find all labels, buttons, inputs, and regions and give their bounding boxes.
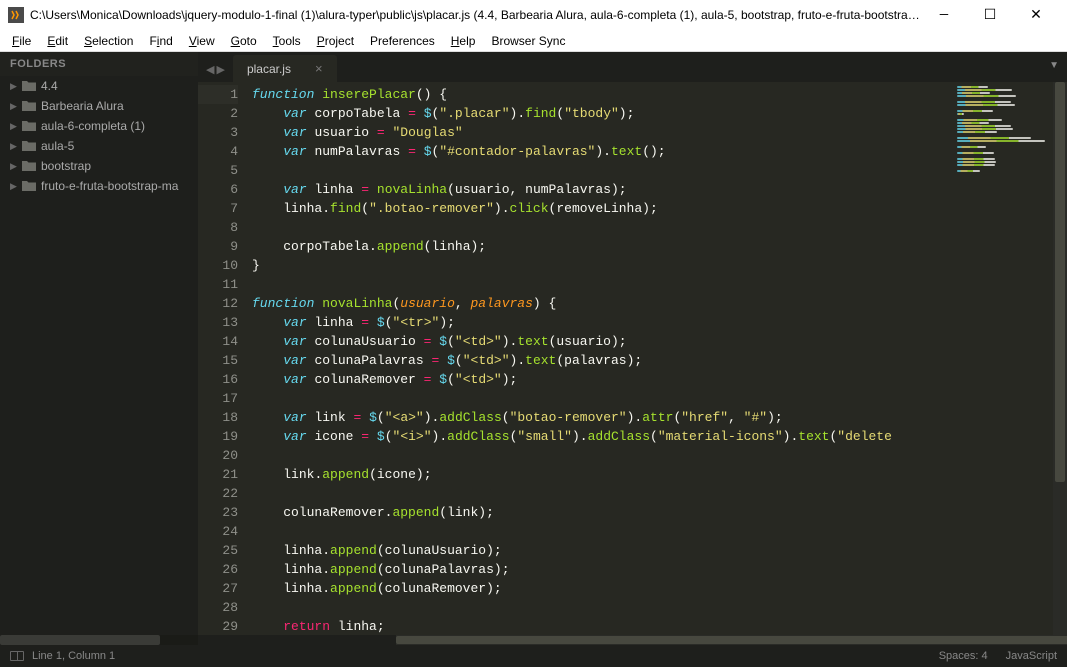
cursor-position[interactable]: Line 1, Column 1: [32, 650, 115, 662]
folder-label: bootstrap: [41, 159, 91, 173]
menu-project[interactable]: Project: [309, 32, 362, 50]
sidebar: FOLDERS ▶ 4.4 ▶ Barbearia Alura ▶ aula-6-comp…: [0, 52, 198, 645]
tab-nav-arrows[interactable]: ◀ ▶: [202, 63, 233, 82]
app-icon: [8, 7, 24, 23]
scrollbar-thumb[interactable]: [396, 636, 1067, 644]
folder-item[interactable]: ▶ fruto-e-fruta-bootstrap-ma: [0, 176, 198, 196]
menu-browser-sync[interactable]: Browser Sync: [483, 32, 573, 50]
menu-view[interactable]: View: [181, 32, 223, 50]
folder-item[interactable]: ▶ bootstrap: [0, 156, 198, 176]
sidebar-header: FOLDERS: [0, 52, 198, 76]
tab-active[interactable]: placar.js ×: [233, 55, 337, 82]
folder-tree[interactable]: ▶ 4.4 ▶ Barbearia Alura ▶ aula-6-completa (1)…: [0, 76, 198, 635]
menu-file[interactable]: File: [4, 32, 39, 50]
menu-selection[interactable]: Selection: [76, 32, 141, 50]
folder-icon: [22, 80, 36, 92]
horizontal-scrollbar-row: [198, 635, 1067, 645]
folder-item[interactable]: ▶ aula-5: [0, 136, 198, 156]
vertical-scrollbar[interactable]: [1053, 82, 1067, 635]
folder-icon: [22, 180, 36, 192]
expand-arrow-icon[interactable]: ▶: [10, 141, 20, 152]
sidebar-horizontal-scrollbar[interactable]: [0, 635, 198, 645]
folder-icon: [22, 120, 36, 132]
expand-arrow-icon[interactable]: ▶: [10, 101, 20, 112]
menu-bar: FileEditSelectionFindViewGotoToolsProjec…: [0, 30, 1067, 52]
editor-area: ◀ ▶ placar.js × ▼ 1234567891011121314151…: [198, 52, 1067, 645]
language-mode[interactable]: JavaScript: [1006, 650, 1057, 662]
folder-icon: [22, 160, 36, 172]
indentation-setting[interactable]: Spaces: 4: [939, 650, 988, 662]
folder-item[interactable]: ▶ aula-6-completa (1): [0, 116, 198, 136]
folder-label: aula-6-completa (1): [41, 119, 145, 133]
tab-close-icon[interactable]: ×: [315, 61, 323, 76]
window-controls: — ☐ ✕: [921, 0, 1059, 30]
tab-label: placar.js: [247, 62, 291, 76]
folder-icon: [22, 140, 36, 152]
expand-arrow-icon[interactable]: ▶: [10, 161, 20, 172]
menu-preferences[interactable]: Preferences: [362, 32, 443, 50]
menu-tools[interactable]: Tools: [265, 32, 309, 50]
folder-label: Barbearia Alura: [41, 99, 124, 113]
expand-arrow-icon[interactable]: ▶: [10, 181, 20, 192]
window-title: C:\Users\Monica\Downloads\jquery-modulo-…: [30, 8, 921, 22]
close-button[interactable]: ✕: [1013, 0, 1059, 30]
folder-item[interactable]: ▶ Barbearia Alura: [0, 96, 198, 116]
minimap[interactable]: [953, 82, 1053, 635]
window-titlebar: C:\Users\Monica\Downloads\jquery-modulo-…: [0, 0, 1067, 30]
scrollbar-thumb[interactable]: [0, 635, 160, 645]
panel-toggle-icon[interactable]: [10, 651, 24, 661]
maximize-button[interactable]: ☐: [967, 0, 1013, 30]
scrollbar-thumb[interactable]: [1055, 82, 1065, 482]
minimize-button[interactable]: —: [921, 0, 967, 30]
expand-arrow-icon[interactable]: ▶: [10, 81, 20, 92]
line-number-gutter[interactable]: 1234567891011121314151617181920212223242…: [198, 82, 248, 635]
menu-goto[interactable]: Goto: [223, 32, 265, 50]
tab-nav-forward-icon[interactable]: ▶: [216, 63, 224, 76]
tab-overflow-icon[interactable]: ▼: [1049, 60, 1059, 71]
folder-label: fruto-e-fruta-bootstrap-ma: [41, 179, 178, 193]
folder-icon: [22, 100, 36, 112]
tab-bar: ◀ ▶ placar.js × ▼: [198, 52, 1067, 82]
expand-arrow-icon[interactable]: ▶: [10, 121, 20, 132]
folder-label: 4.4: [41, 79, 58, 93]
menu-help[interactable]: Help: [443, 32, 484, 50]
menu-find[interactable]: Find: [141, 32, 180, 50]
horizontal-scrollbar[interactable]: [396, 635, 1067, 645]
code-editor[interactable]: function inserePlacar() { var corpoTabel…: [248, 82, 953, 635]
menu-edit[interactable]: Edit: [39, 32, 76, 50]
folder-label: aula-5: [41, 139, 74, 153]
status-bar: Line 1, Column 1 Spaces: 4 JavaScript: [0, 645, 1067, 667]
tab-nav-back-icon[interactable]: ◀: [206, 63, 214, 76]
folder-item[interactable]: ▶ 4.4: [0, 76, 198, 96]
